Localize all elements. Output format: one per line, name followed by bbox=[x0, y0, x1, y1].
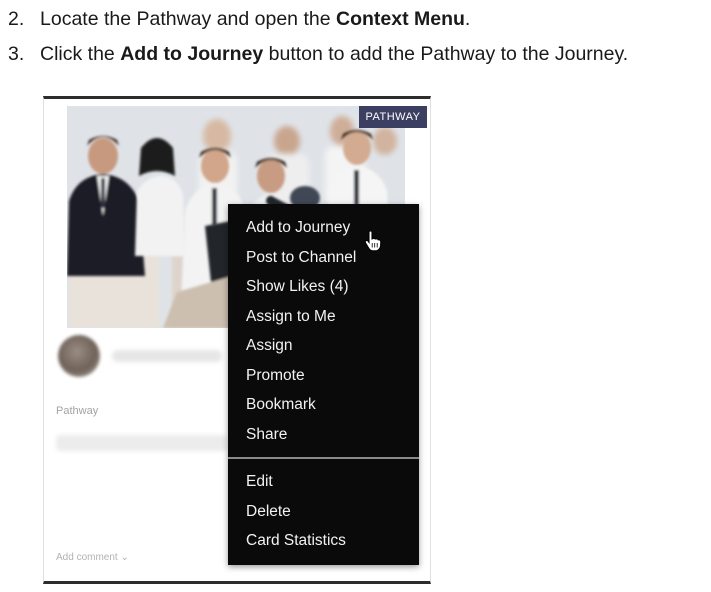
context-menu: Add to Journey Post to Channel Show Like… bbox=[228, 204, 419, 565]
menu-item-add-to-journey[interactable]: Add to Journey bbox=[246, 218, 350, 238]
menu-item-post-to-channel[interactable]: Post to Channel bbox=[246, 248, 356, 268]
add-comment-link[interactable]: Add comment ⌄ bbox=[56, 552, 129, 563]
menu-item-assign[interactable]: Assign bbox=[246, 336, 293, 356]
hand-pointer-cursor-icon bbox=[364, 230, 382, 252]
card-type-label: Pathway bbox=[56, 405, 99, 417]
step-3-bold: Add to Journey bbox=[120, 43, 264, 65]
menu-item-show-likes[interactable]: Show Likes (4) bbox=[246, 277, 349, 297]
menu-item-edit[interactable]: Edit bbox=[246, 472, 273, 492]
menu-item-delete[interactable]: Delete bbox=[246, 502, 291, 522]
menu-item-assign-to-me[interactable]: Assign to Me bbox=[246, 307, 336, 327]
step-3-number: 3. bbox=[8, 43, 25, 65]
pathway-badge: PATHWAY bbox=[359, 106, 427, 128]
menu-item-promote[interactable]: Promote bbox=[246, 366, 305, 386]
author-name-blurred bbox=[112, 350, 222, 362]
step-2: 2. Locate the Pathway and open the Contex… bbox=[8, 7, 470, 31]
step-2-bold: Context Menu bbox=[335, 8, 465, 30]
step-2-end: . bbox=[464, 8, 471, 30]
step-3-end: button to add the Pathway to the Journey… bbox=[263, 43, 629, 65]
step-3-text: Click the bbox=[40, 43, 121, 65]
card-title-blurred bbox=[56, 435, 228, 451]
step-3: 3. Click the Add to Journey button to add… bbox=[8, 42, 628, 66]
step-2-text: Locate the Pathway and open the bbox=[40, 8, 336, 30]
menu-divider bbox=[228, 457, 419, 459]
step-2-number: 2. bbox=[8, 8, 25, 30]
menu-item-bookmark[interactable]: Bookmark bbox=[246, 395, 316, 415]
author-avatar[interactable] bbox=[58, 335, 100, 377]
menu-item-card-statistics[interactable]: Card Statistics bbox=[246, 531, 346, 551]
menu-item-share[interactable]: Share bbox=[246, 425, 287, 445]
